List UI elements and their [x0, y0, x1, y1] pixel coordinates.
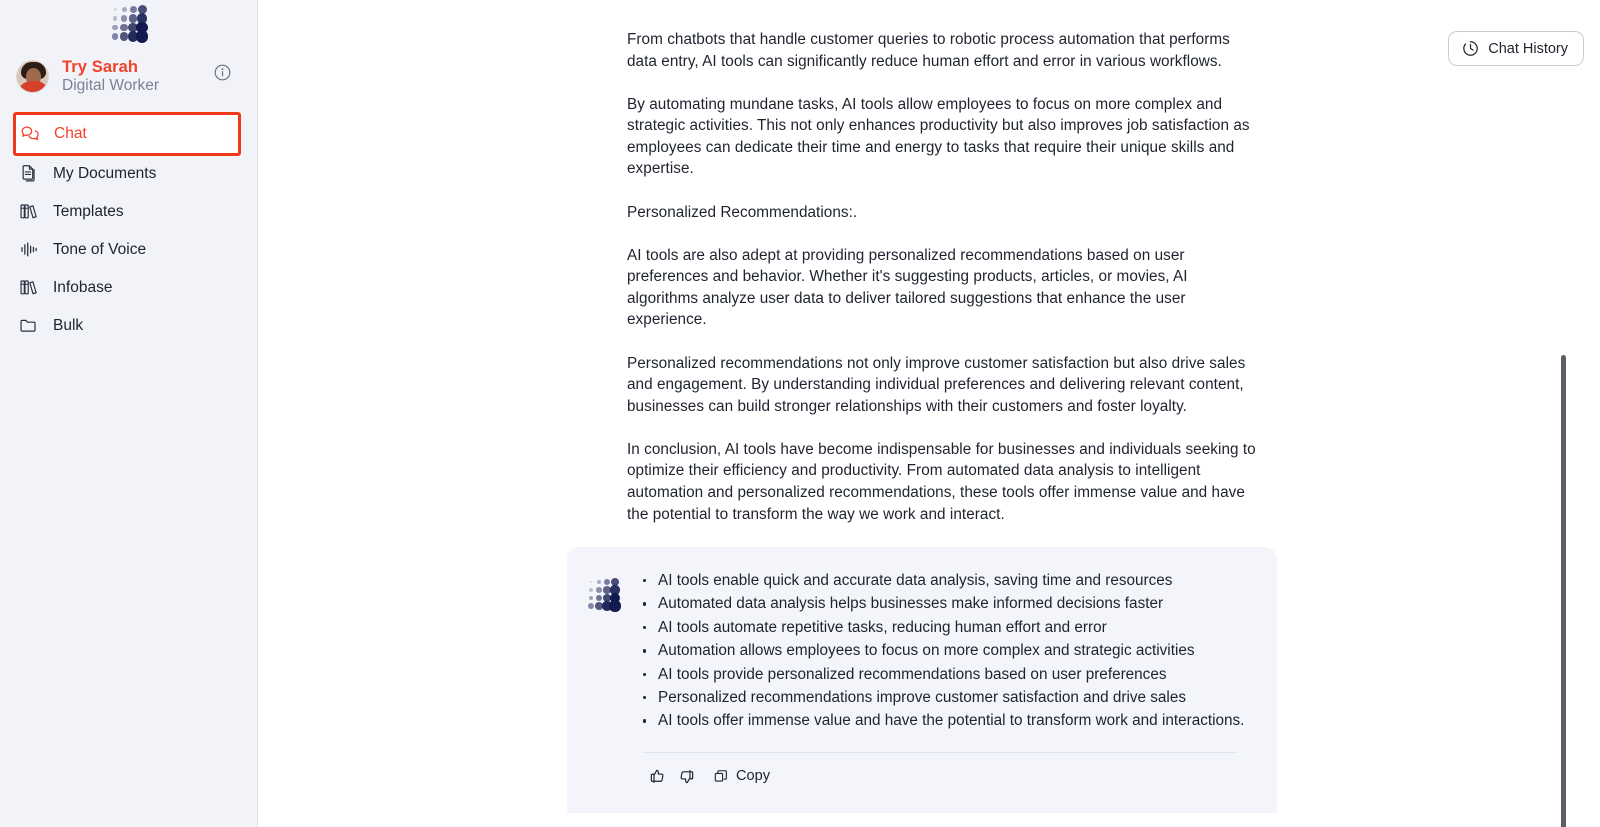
assistant-paragraph: AI tools are also adept at providing per… — [627, 246, 1188, 329]
sidebar-item-label: Infobase — [53, 278, 113, 296]
main-content: Chat History From chatbots that handle c… — [258, 0, 1600, 827]
sidebar-item-bulk[interactable]: Bulk — [0, 308, 257, 344]
summary-bullet-item: AI tools enable quick and accurate data … — [643, 569, 1259, 592]
avatar — [16, 60, 49, 94]
summary-bullet-item: Automation allows employees to focus on … — [643, 639, 1259, 662]
chat-bubbles-icon — [19, 123, 40, 144]
sidebar-item-chat[interactable]: Chat — [13, 111, 241, 156]
app-logo[interactable] — [0, 0, 257, 44]
summary-bullet-item: Personalized recommendations improve cus… — [643, 686, 1259, 709]
summary-bullet-list: AI tools enable quick and accurate data … — [643, 569, 1259, 733]
thumbs-down-button[interactable] — [672, 766, 701, 787]
sidebar-item-label: Tone of Voice — [53, 240, 147, 258]
assistant-answer-card: AI tools enable quick and accurate data … — [567, 547, 1277, 813]
documents-icon — [18, 163, 39, 184]
copy-icon — [713, 768, 729, 784]
sidebar-item-label: Chat — [54, 124, 87, 142]
profile-name: Try Sarah — [62, 58, 139, 76]
folder-icon — [18, 315, 39, 336]
books-icon — [18, 201, 39, 222]
assistant-paragraph: By automating mundane tasks, AI tools al… — [627, 95, 1250, 178]
copy-button[interactable]: Copy — [701, 766, 776, 786]
conversation-thread: From chatbots that handle customer queri… — [567, 0, 1600, 827]
assistant-paragraph: Personalized Recommendations:. — [627, 203, 858, 221]
sidebar-item-label: My Documents — [53, 164, 157, 182]
dot-grid-logo-small-icon — [587, 577, 621, 612]
sidebar-item-templates[interactable]: Templates — [0, 194, 257, 230]
copy-label: Copy — [736, 768, 771, 785]
sidebar-item-label: Templates — [53, 202, 124, 220]
message-actions: Copy — [619, 753, 1259, 813]
profile-block[interactable]: Try Sarah Digital Worker — [0, 44, 257, 106]
profile-role: Digital Worker — [62, 77, 160, 95]
assistant-paragraph: In conclusion, AI tools have become indi… — [627, 440, 1256, 523]
dot-grid-logo-icon — [111, 5, 149, 43]
summary-bullet-item: AI tools offer immense value and have th… — [643, 709, 1259, 732]
thumbs-up-button[interactable] — [643, 766, 672, 787]
sidebar-nav: Chat My Documents Templates Tone of Voic… — [0, 111, 257, 344]
sidebar: Try Sarah Digital Worker Chat My Documen… — [0, 0, 258, 827]
info-icon[interactable] — [214, 64, 231, 81]
books-icon — [18, 277, 39, 298]
sidebar-item-label: Bulk — [53, 316, 84, 334]
sidebar-item-infobase[interactable]: Infobase — [0, 270, 257, 306]
thumbs-down-icon — [678, 768, 695, 785]
summary-bullet-item: Automated data analysis helps businesses… — [643, 592, 1259, 615]
content-scrollbar[interactable] — [1561, 355, 1566, 827]
assistant-avatar — [587, 577, 621, 813]
assistant-paragraph: From chatbots that handle customer queri… — [627, 31, 1230, 70]
sidebar-item-tone-of-voice[interactable]: Tone of Voice — [0, 232, 257, 268]
waveform-icon — [18, 239, 39, 260]
summary-bullet-item: AI tools provide personalized recommenda… — [643, 663, 1259, 686]
sidebar-item-my-documents[interactable]: My Documents — [0, 156, 257, 192]
thumbs-up-icon — [649, 768, 666, 785]
summary-bullet-item: AI tools automate repetitive tasks, redu… — [643, 616, 1259, 639]
assistant-paragraph: Personalized recommendations not only im… — [627, 354, 1246, 415]
app-root: Try Sarah Digital Worker Chat My Documen… — [0, 0, 1600, 827]
